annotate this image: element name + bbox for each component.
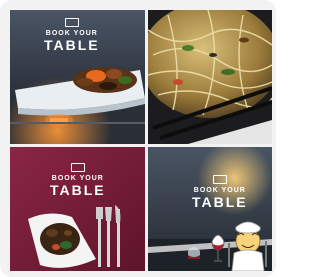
brand-tagline: BOOK YOUR	[45, 30, 98, 37]
brand-tagline: BOOK YOUR	[51, 175, 104, 182]
image-collage: BOOK YOUR TABLE BOOK YOUR TABLE BOOK YOU…	[0, 0, 276, 277]
brand-block: BOOK YOUR TABLE	[44, 18, 100, 52]
collage-grid: BOOK YOUR TABLE BOOK YOUR TABLE BOOK YOU…	[10, 10, 272, 272]
brand-title: TABLE	[192, 194, 248, 210]
brand-title: TABLE	[50, 182, 106, 198]
restaurant-logo-icon	[212, 175, 227, 184]
collage-tile-book-table-card[interactable]: BOOK YOUR TABLE	[10, 147, 145, 271]
noodles-photo	[148, 10, 272, 144]
dining-emoji-icon	[208, 219, 268, 271]
restaurant-logo-icon	[64, 18, 79, 27]
brand-block: BOOK YOUR TABLE	[192, 175, 248, 209]
dining-emoji-graphic	[211, 221, 267, 271]
brand-tagline: BOOK YOUR	[193, 187, 246, 194]
collage-tile-dish-plate[interactable]: BOOK YOUR TABLE	[10, 10, 145, 144]
collage-tile-restaurant-interior[interactable]: BOOK YOUR TABLE	[148, 147, 272, 271]
collage-tile-noodles[interactable]	[148, 10, 272, 144]
restaurant-logo-icon	[70, 163, 85, 172]
brand-block: BOOK YOUR TABLE	[50, 163, 106, 197]
brand-title: TABLE	[44, 37, 100, 53]
